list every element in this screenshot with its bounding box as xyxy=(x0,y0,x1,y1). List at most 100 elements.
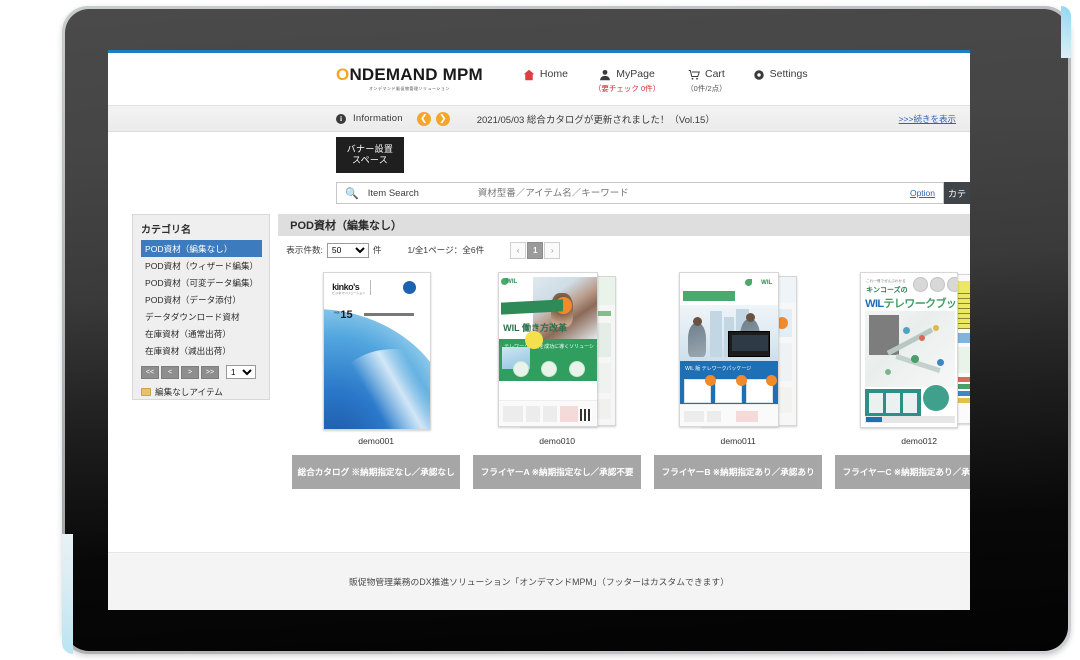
book-badge-1 xyxy=(913,276,929,292)
nav-sub-cart: （0件/2点） xyxy=(686,84,727,93)
sidebar-first-page-button[interactable]: << xyxy=(141,365,159,379)
information-more-link[interactable]: >>>続きを表示 xyxy=(899,113,956,125)
wil-logo: WIL xyxy=(761,279,773,286)
cover-divider xyxy=(370,279,372,295)
flyer-front-page: WIL WIL 働き方改革 テレワーク導入を成功に導くソリューション xyxy=(498,271,599,427)
leaf-icon xyxy=(745,278,753,286)
sidebar-page-select[interactable]: 1 xyxy=(226,365,256,379)
product-thumbnail-wrap: WIL WIL 働き方改革 テレワーク導入を成功に導くソリューション xyxy=(473,270,642,433)
footer-text: 販促物管理業務のDX推進ソリューション「オンデマンドMPM」（フッターはカスタム… xyxy=(348,577,730,587)
list-prev-page-button[interactable]: ‹ xyxy=(510,241,527,259)
nav-label-cart: Cart xyxy=(704,68,725,80)
book-footer-logo xyxy=(866,416,883,422)
gear-icon xyxy=(753,68,765,80)
nav-item-home[interactable]: Home xyxy=(523,68,568,83)
nav-item-mypage[interactable]: MyPage （要チェック 0件） xyxy=(594,68,660,94)
information-bar: i Information ❮ ❯ 2021/05/03 総合カタログが更新され… xyxy=(108,105,970,132)
flyer-band-text: WIL 版 テレワークパッケージ xyxy=(685,365,752,372)
site-footer: 販促物管理業務のDX推進ソリューション「オンデマンドMPM」（フッターはカスタム… xyxy=(108,552,970,610)
product-thumbnail-wrap: これ一冊でぜんぶわかる キンコーズの WILテレワークブック xyxy=(835,270,970,433)
search-option-link[interactable]: Option xyxy=(910,188,935,198)
product-caption[interactable]: フライヤーA ※納期指定なし／承認不要 xyxy=(473,455,642,489)
product-card: これ一冊でぜんぶわかる キンコーズの WILテレワークブック xyxy=(835,270,970,489)
qr-code-icon xyxy=(580,408,593,421)
footer-logo-1 xyxy=(684,410,705,422)
sidebar-item-pod-attach[interactable]: POD資材（データ添付） xyxy=(141,291,262,308)
illustration-dot xyxy=(911,354,920,363)
brand-name-rest: NDEMAND MPM xyxy=(349,65,483,84)
product-caption[interactable]: フライヤーC ※納期指定あり／承認不要 xyxy=(835,455,970,489)
body-area: カテゴリ名 POD資材（編集なし） POD資材（ウィザード編集） POD資材（可… xyxy=(108,208,970,560)
brand-logo[interactable]: ONDEMAND MPM オンデマンド販促物管理ソリューション xyxy=(336,66,483,92)
sidebar-item-stock-normal[interactable]: 在庫資材（通常出荷） xyxy=(141,325,262,342)
banner-placeholder[interactable]: バナー設置 スペース xyxy=(336,137,404,173)
kinkos-logo-sub: ビジネスソリューション xyxy=(332,290,366,295)
product-thumbnail-wrap: kinko's ビジネスソリューション vol.15 xyxy=(292,270,461,433)
nav-item-cart[interactable]: Cart （0件/2点） xyxy=(686,68,726,94)
building-shape xyxy=(710,310,723,357)
sidebar-title: カテゴリ名 xyxy=(141,225,191,236)
flyer-front-page: WIL WIL 版 テレワークパッケージ xyxy=(679,271,780,427)
nav-item-settings[interactable]: Settings xyxy=(753,68,808,83)
product-name: demo010 xyxy=(539,436,576,446)
brand-initial: O xyxy=(336,65,350,84)
product-caption[interactable]: フライヤーB ※納期指定あり／承認あり xyxy=(654,455,823,489)
info-next-button[interactable]: ❯ xyxy=(435,111,450,126)
cart-icon xyxy=(688,68,700,80)
product-card: WIL WIL 働き方改革 テレワーク導入を成功に導くソリューション xyxy=(473,270,642,489)
user-icon xyxy=(599,68,611,81)
flyer-green-tab xyxy=(683,290,736,301)
sidebar-item-stock-reduced[interactable]: 在庫資材（減出出荷） xyxy=(141,342,262,359)
search-input[interactable] xyxy=(477,187,910,199)
product-caption[interactable]: 総合カタログ ※納期指定なし／承認なし xyxy=(292,455,461,489)
product-card: kinko's ビジネスソリューション vol.15 demo001 総合カタロ… xyxy=(292,270,461,489)
list-pagination: ‹ 1 › xyxy=(510,241,561,259)
book-subtitle: キンコーズの xyxy=(866,286,908,294)
banner-strip: バナー設置 スペース xyxy=(108,132,970,178)
sidebar-folder-item[interactable]: 編集なしアイテム xyxy=(141,386,262,398)
product-thumbnail-demo001[interactable]: kinko's ビジネスソリューション vol.15 xyxy=(317,271,435,432)
product-thumbnail-wrap: WIL WIL 版 テレワークパッケージ xyxy=(654,270,823,433)
search-icon: 🔍 xyxy=(345,187,359,200)
flyer-footer xyxy=(499,399,598,426)
product-thumbnail-demo011[interactable]: WIL WIL 版 テレワークパッケージ xyxy=(679,271,798,432)
product-thumbnail-demo010[interactable]: WIL WIL 働き方改革 テレワーク導入を成功に導くソリューション xyxy=(498,271,617,432)
information-message[interactable]: 2021/05/03 総合カタログが更新されました！（Vol.15） xyxy=(477,112,715,126)
list-page-1-button[interactable]: 1 xyxy=(527,241,544,259)
nav-label-settings: Settings xyxy=(769,68,808,80)
nav-label-home: Home xyxy=(539,68,568,80)
person-head xyxy=(746,312,756,322)
category-button[interactable]: カテ xyxy=(944,182,970,204)
illustration-dot xyxy=(933,324,940,331)
sidebar-prev-page-button[interactable]: < xyxy=(161,365,179,379)
rows-per-page-select[interactable]: 50 xyxy=(326,242,369,258)
sidebar-next-page-button[interactable]: > xyxy=(181,365,199,379)
sidebar-item-data-download[interactable]: データダウンロード資材 xyxy=(141,308,262,325)
footer-logo-1 xyxy=(503,405,524,422)
footer-notice xyxy=(560,405,579,422)
laptop-shape xyxy=(728,330,771,357)
sidebar-last-page-button[interactable]: >> xyxy=(201,365,219,379)
catalog-volume-number: 15 xyxy=(340,308,353,321)
sidebar-item-pod-variable[interactable]: POD資材（可変データ編集） xyxy=(141,274,262,291)
product-name: demo012 xyxy=(901,436,938,446)
folder-icon xyxy=(141,388,151,396)
search-box[interactable]: 🔍 Item Search Option xyxy=(336,182,944,204)
sidebar-item-pod-no-edit[interactable]: POD資材（編集なし） xyxy=(141,240,263,257)
banner-line-2: スペース xyxy=(351,155,389,165)
person-shape xyxy=(688,322,707,357)
footer-logo-2 xyxy=(707,410,722,422)
flyer-circle-2 xyxy=(541,360,558,377)
card-badge-3 xyxy=(766,374,778,386)
flyer-footer xyxy=(680,403,779,426)
sidebar-folder-label: 編集なしアイテム xyxy=(155,387,223,397)
footer-notice xyxy=(736,410,759,422)
teal-card-2 xyxy=(886,392,901,413)
rows-per-page-label: 表示件数: xyxy=(286,245,323,255)
list-next-page-button[interactable]: › xyxy=(544,241,561,259)
rows-unit-label: 件 xyxy=(372,245,382,255)
info-prev-button[interactable]: ❮ xyxy=(416,111,431,126)
product-thumbnail-demo012[interactable]: これ一冊でぜんぶわかる キンコーズの WILテレワークブック xyxy=(860,271,970,432)
sidebar-item-pod-wizard[interactable]: POD資材（ウィザード編集） xyxy=(141,257,262,274)
info-icon: i xyxy=(336,113,346,124)
